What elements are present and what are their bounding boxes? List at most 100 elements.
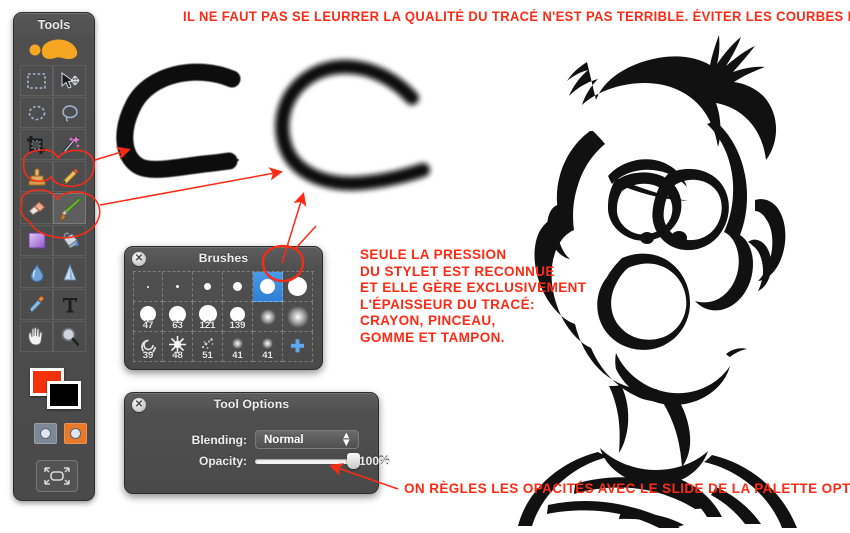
opacity-label: Opacity: [198,454,247,468]
blending-select[interactable]: Normal ▲ ▼ [255,430,359,449]
tool-paint-bucket[interactable] [53,225,86,256]
brush-size-label: 139 [229,320,246,331]
brush-add-button[interactable]: ✚ [283,332,313,362]
brush-size-label: 39 [142,350,154,361]
tool-row [20,161,88,193]
pencil-icon [61,167,79,185]
stamp-icon [28,168,45,186]
magic-wand-icon [62,135,80,153]
fullscreen-button[interactable] [36,460,78,492]
brush-size-label: 41 [262,350,273,361]
cone-icon [62,263,77,280]
magnifier-icon [61,327,79,346]
brush-item[interactable]: 47 [133,302,163,332]
brushes-close-button[interactable]: ✕ [132,252,146,266]
tool-zoom[interactable] [53,321,86,352]
brushes-palette-title: Brushes [198,251,249,265]
tool-eraser[interactable] [20,193,53,224]
brush-item[interactable] [253,302,283,332]
brush-item[interactable]: 139 [223,302,253,332]
ellipse-select-icon [28,105,45,120]
tool-blur[interactable] [20,257,53,288]
brush-row: 39 48 51 41 41 ✚ [133,332,314,362]
lasso-icon [62,104,78,122]
brush-item[interactable] [193,272,223,302]
hand-icon [28,327,43,346]
move-arrow-icon [61,71,79,89]
tool-eyedropper[interactable] [20,289,53,320]
tool-gradient[interactable] [20,225,53,256]
brush-item[interactable]: 51 [193,332,223,362]
text-t-icon [62,297,77,312]
opacity-row: Opacity: 100% [139,452,390,469]
brush-item[interactable]: 121 [193,302,223,332]
tool-row [20,193,88,225]
paint-bucket-icon [62,232,78,249]
brush-size-label: 121 [199,320,216,331]
opacity-slider-thumb[interactable] [347,452,360,469]
opacity-slider[interactable] [255,452,360,469]
brush-item[interactable]: 41 [223,332,253,362]
tool-row [20,97,88,129]
brush-size-label: 48 [172,350,183,361]
blob-logo-icon [29,39,78,59]
brush-c-stroke [275,59,430,191]
tool-move[interactable] [53,65,86,96]
eraser-icon [28,200,45,215]
background-color-swatch[interactable] [47,381,81,409]
brush-row: 47 63 121 139 [133,302,314,332]
brush-size-label: 63 [172,320,183,331]
color-swatches[interactable] [30,368,82,414]
tool-row [20,225,88,257]
tool-options-close-button[interactable]: ✕ [132,398,146,412]
brush-item[interactable]: 41 [253,332,283,362]
caricature-drawing [518,35,797,533]
tool-paintbrush[interactable] [53,193,86,224]
tool-grid[interactable] [20,65,88,353]
opacity-value: 100% [359,454,390,468]
brush-item[interactable] [223,272,253,302]
brush-item[interactable] [283,302,313,332]
tools-palette-title: Tools [37,18,71,32]
tool-sharpen[interactable] [53,257,86,288]
tool-rectangle-select[interactable] [20,65,53,96]
brushes-palette[interactable]: ✕ Brushes 47 63 121 139 39 48 51 41 41 ✚ [124,246,323,370]
tool-ellipse-select[interactable] [20,97,53,128]
tool-options-palette-title: Tool Options [213,397,290,411]
pencil-c-stroke [116,63,241,178]
tool-lasso[interactable] [53,97,86,128]
paintbrush-icon [59,196,82,221]
mask-mode-buttons[interactable] [34,423,88,444]
gradient-icon [28,232,45,249]
tool-crop[interactable] [20,129,53,160]
blending-label: Blending: [191,432,247,447]
tool-pencil[interactable] [53,161,86,192]
blending-selected-value: Normal [264,433,304,446]
brush-size-label: 51 [202,350,213,361]
tool-row [20,65,88,97]
mask-dot-icon [40,428,51,439]
standard-mask-button[interactable] [34,423,57,444]
brush-item[interactable]: 39 [133,332,163,362]
eyedropper-icon [27,295,44,314]
brush-grid[interactable]: 47 63 121 139 39 48 51 41 41 ✚ [133,271,314,362]
brush-size-label: 47 [142,320,154,331]
tool-row [20,129,88,161]
tool-row [20,257,88,289]
brush-item[interactable] [133,272,163,302]
tool-options-palette[interactable]: ✕ Tool Options Blending: Normal ▲ ▼ Opaci… [124,392,390,494]
brush-item[interactable]: 63 [163,302,193,332]
brush-item-selected[interactable] [253,272,283,302]
brush-item[interactable]: 48 [163,332,193,362]
tool-text[interactable] [53,289,86,320]
crop-icon [27,135,45,154]
quick-mask-button[interactable] [64,423,87,444]
tools-palette[interactable]: Tools [13,12,95,501]
tool-magic-wand[interactable] [53,129,86,160]
tool-stamp[interactable] [20,161,53,192]
plus-icon: ✚ [290,337,305,356]
brush-size-label: 41 [232,350,243,361]
brush-item[interactable] [283,272,313,302]
tool-hand[interactable] [20,321,53,352]
brush-item[interactable] [163,272,193,302]
